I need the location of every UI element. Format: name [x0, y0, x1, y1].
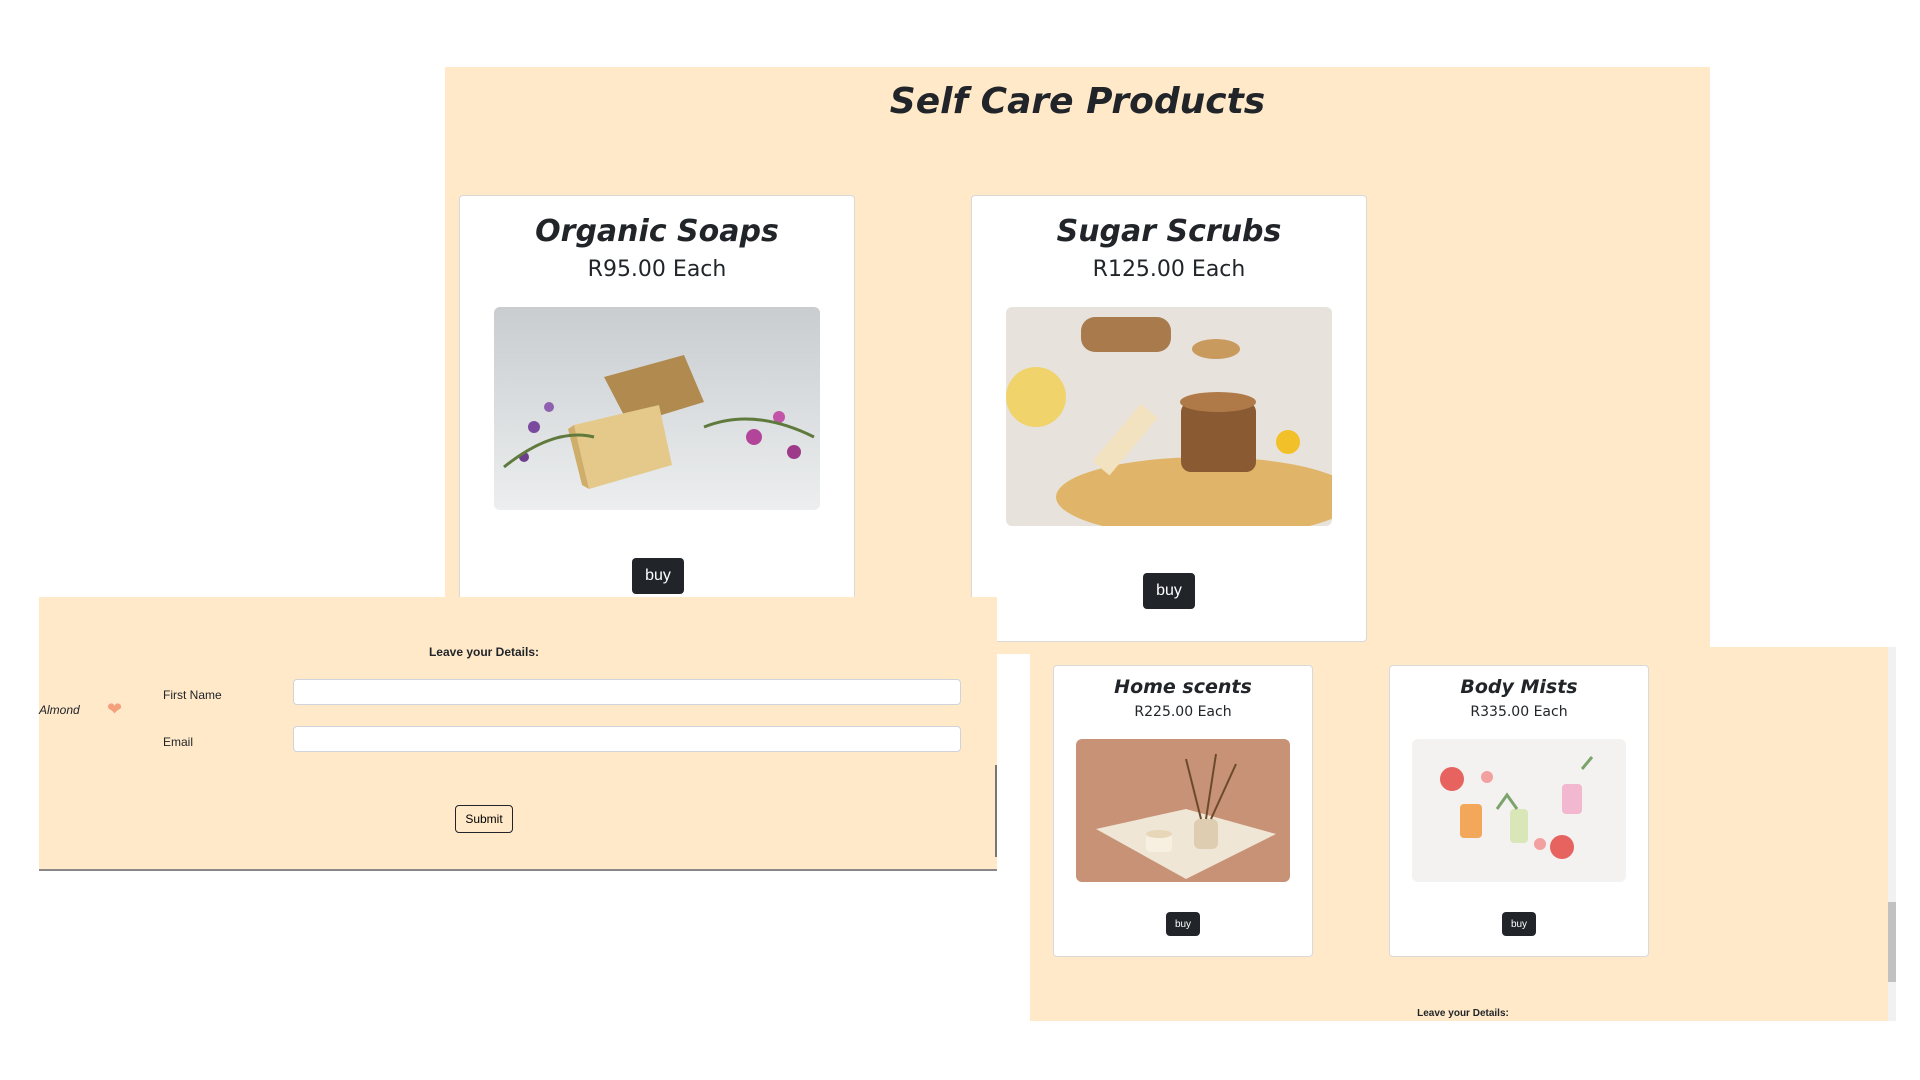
- product-name: Body Mists: [1460, 676, 1578, 698]
- product-card-sugar-scrubs: Sugar Scrubs R125.00 Each buy: [971, 195, 1367, 642]
- first-name-label: First Name: [163, 688, 222, 702]
- footer-title: Leave your Details:: [1417, 1008, 1509, 1019]
- form-scrollbar[interactable]: [995, 765, 997, 857]
- product-card-organic-soaps: Organic Soaps R95.00 Each buy: [459, 195, 855, 615]
- sugar-scrub-image: [1006, 307, 1332, 526]
- first-name-field[interactable]: [293, 679, 961, 705]
- product-name: Home scents: [1114, 676, 1252, 698]
- buy-button[interactable]: buy: [632, 558, 684, 594]
- products-panel: Self Care Products Organic Soaps R95.00 …: [445, 67, 1710, 654]
- product-price: R225.00 Each: [1134, 704, 1232, 720]
- email-label: Email: [163, 735, 194, 749]
- soap-image: [494, 307, 820, 510]
- heart-icon: ❤: [107, 699, 123, 719]
- product-price: R95.00 Each: [587, 257, 727, 282]
- details-form-panel: Leave your Details: Almond ❤ First Name …: [39, 597, 997, 871]
- secondary-products-panel: Home scents R225.00 Each buy Body Mists …: [1030, 647, 1896, 1021]
- product-name: Sugar Scrubs: [1056, 214, 1282, 249]
- home-scents-image: [1076, 739, 1290, 882]
- scrollbar[interactable]: [1888, 647, 1896, 1021]
- scrollbar-thumb[interactable]: [1888, 902, 1896, 982]
- submit-button[interactable]: Submit: [455, 805, 513, 833]
- brand-text: Almond: [39, 703, 80, 717]
- email-field[interactable]: [293, 726, 961, 752]
- product-card-home-scents: Home scents R225.00 Each buy: [1053, 665, 1313, 957]
- body-mists-image: [1412, 739, 1626, 882]
- buy-button[interactable]: buy: [1502, 912, 1536, 936]
- product-price: R335.00 Each: [1470, 704, 1568, 720]
- page-title: Self Care Products: [889, 81, 1266, 122]
- product-price: R125.00 Each: [1092, 257, 1246, 282]
- product-card-body-mists: Body Mists R335.00 Each buy: [1389, 665, 1649, 957]
- product-name: Organic Soaps: [535, 214, 779, 249]
- buy-button[interactable]: buy: [1143, 573, 1195, 609]
- buy-button[interactable]: buy: [1166, 912, 1200, 936]
- form-title: Leave your Details:: [428, 645, 540, 659]
